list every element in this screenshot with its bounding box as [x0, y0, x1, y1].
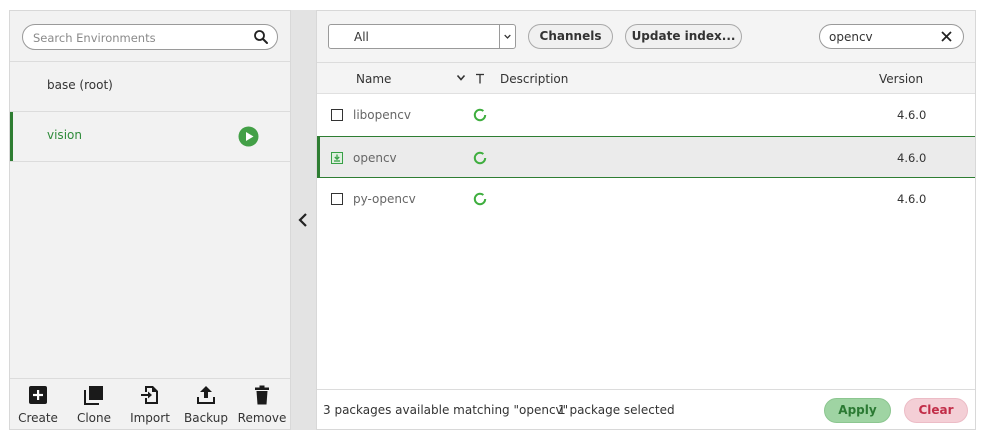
selection-status: 1 package selected: [558, 403, 675, 417]
package-version: 4.6.0: [897, 151, 927, 165]
search-icon[interactable]: [253, 29, 269, 45]
upload-icon: [197, 386, 215, 404]
type-column-icon[interactable]: [475, 73, 485, 84]
update-index-button[interactable]: Update index...: [625, 24, 742, 49]
clone-label: Clone: [76, 411, 112, 425]
package-table-header: Name Description Version: [317, 63, 975, 94]
environment-item-vision[interactable]: vision: [10, 112, 290, 162]
package-list: libopencv 4.6.0 opencv 4.6.0 py-opencv 4…: [317, 94, 975, 220]
packages-toolbar: All Channels Update index...: [317, 11, 975, 63]
apply-button[interactable]: Apply: [824, 398, 891, 423]
column-name[interactable]: Name: [356, 72, 391, 86]
environment-search-input[interactable]: [33, 29, 243, 46]
chevron-left-icon[interactable]: [297, 212, 309, 228]
backup-label: Backup: [184, 411, 228, 425]
remove-button[interactable]: Remove: [234, 385, 290, 427]
sort-chevron-icon[interactable]: [456, 74, 466, 82]
play-icon[interactable]: [238, 126, 259, 147]
close-icon[interactable]: [940, 30, 953, 43]
package-checkbox[interactable]: [331, 109, 343, 121]
clear-button[interactable]: Clear: [904, 398, 968, 423]
trash-icon: [255, 385, 269, 405]
installed-checkbox-icon[interactable]: [331, 152, 343, 164]
package-name: opencv: [353, 151, 397, 165]
loading-spinner-icon: [473, 108, 487, 122]
environments-panel: base (root) vision Create Clone: [9, 10, 291, 430]
package-version: 4.6.0: [897, 192, 927, 206]
import-icon: [141, 386, 158, 404]
package-row-opencv[interactable]: opencv 4.6.0: [317, 136, 975, 178]
environment-actions-bar: Create Clone Import Backup Remove: [10, 378, 290, 429]
package-search-input[interactable]: [829, 29, 934, 45]
package-name: py-opencv: [353, 192, 416, 206]
copy-icon: [84, 386, 103, 405]
environment-search-bar: [10, 11, 290, 62]
create-button[interactable]: Create: [10, 385, 66, 427]
environment-item-base[interactable]: base (root): [10, 62, 290, 112]
packages-footer: 3 packages available matching "opencv" 1…: [317, 389, 975, 429]
package-row-libopencv[interactable]: libopencv 4.6.0: [317, 94, 975, 136]
package-checkbox[interactable]: [331, 193, 343, 205]
panel-splitter[interactable]: [291, 10, 316, 430]
backup-button[interactable]: Backup: [178, 385, 234, 427]
loading-spinner-icon: [473, 192, 487, 206]
package-count-status: 3 packages available matching "opencv": [323, 403, 569, 417]
remove-label: Remove: [237, 411, 287, 425]
import-label: Import: [130, 411, 170, 425]
loading-spinner-icon: [473, 151, 487, 165]
package-name: libopencv: [353, 108, 411, 122]
package-filter-select[interactable]: All: [328, 24, 516, 49]
package-search-box[interactable]: [819, 24, 964, 49]
environment-label: vision: [47, 128, 82, 142]
chevron-down-icon[interactable]: [499, 25, 515, 48]
column-description[interactable]: Description: [500, 72, 568, 86]
plus-square-icon: [29, 386, 47, 404]
column-version[interactable]: Version: [879, 72, 923, 86]
environment-search-box[interactable]: [22, 24, 278, 50]
package-row-py-opencv[interactable]: py-opencv 4.6.0: [317, 178, 975, 220]
channels-button[interactable]: Channels: [528, 24, 613, 49]
create-label: Create: [18, 411, 58, 425]
clone-button[interactable]: Clone: [66, 385, 122, 427]
filter-value: All: [354, 30, 369, 44]
package-version: 4.6.0: [897, 108, 927, 122]
environment-list: base (root) vision: [10, 62, 290, 162]
environment-label: base (root): [47, 78, 113, 92]
packages-panel: All Channels Update index... Name Descri…: [316, 10, 976, 430]
import-button[interactable]: Import: [122, 385, 178, 427]
